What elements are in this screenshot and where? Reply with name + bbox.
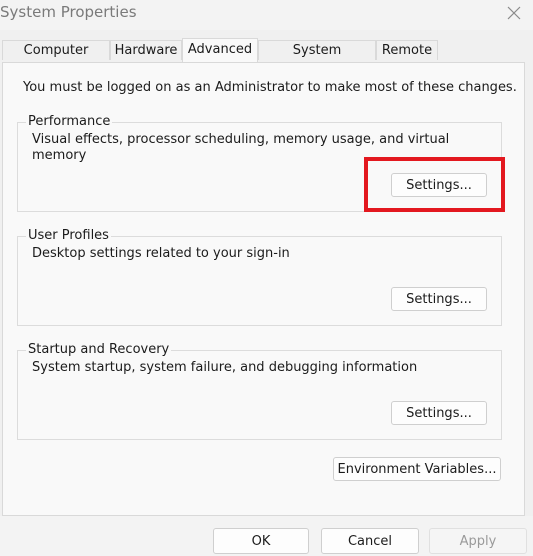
close-icon (507, 6, 521, 20)
close-button[interactable] (499, 0, 529, 26)
tab-computer-name[interactable]: Computer Name (2, 40, 110, 77)
environment-variables-button[interactable]: Environment Variables... (333, 457, 501, 481)
startup-recovery-settings-button[interactable]: Settings... (391, 401, 487, 425)
tab-hardware[interactable]: Hardware (110, 40, 182, 60)
ok-button[interactable]: OK (213, 528, 309, 554)
window-title: System Properties (0, 3, 137, 21)
tab-advanced[interactable]: Advanced (182, 38, 258, 62)
startup-recovery-description: System startup, system failure, and debu… (32, 360, 418, 375)
tab-strip: Computer Name Hardware Advanced System P… (0, 38, 533, 77)
user-profiles-settings-button[interactable]: Settings... (391, 287, 487, 311)
highlight-box (364, 157, 505, 212)
user-profiles-description: Desktop settings related to your sign-in (32, 246, 290, 261)
startup-recovery-title: Startup and Recovery (26, 342, 172, 358)
admin-note: You must be logged on as an Administrato… (23, 80, 517, 95)
user-profiles-title: User Profiles (26, 228, 111, 244)
performance-title: Performance (26, 114, 113, 130)
apply-button[interactable]: Apply (429, 528, 527, 554)
title-bar: System Properties (0, 0, 533, 30)
cancel-button[interactable]: Cancel (321, 528, 419, 554)
user-profiles-group: User Profiles Desktop settings related t… (17, 228, 502, 326)
tab-system-protection[interactable]: System Protection (258, 40, 376, 77)
tab-remote[interactable]: Remote (376, 40, 438, 60)
startup-recovery-group: Startup and Recovery System startup, sys… (17, 342, 502, 440)
